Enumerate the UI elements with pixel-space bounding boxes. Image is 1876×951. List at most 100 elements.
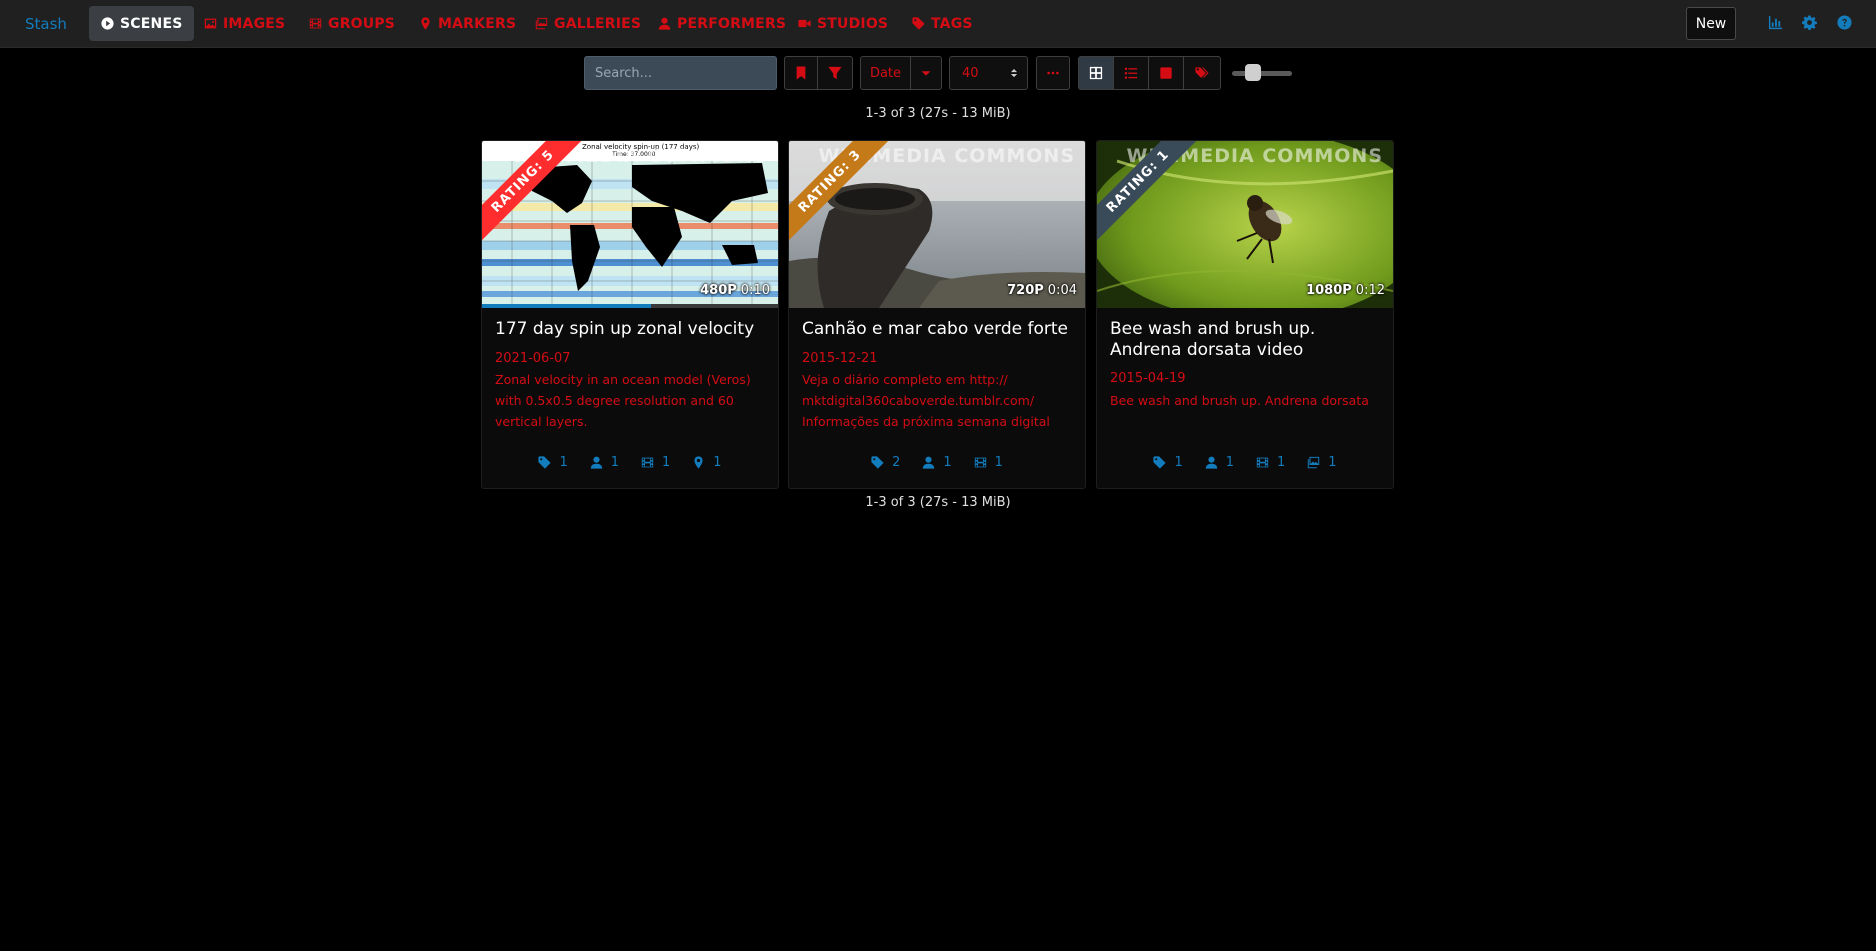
filter-button[interactable] — [817, 56, 853, 90]
display-mode-grid-button[interactable] — [1078, 56, 1114, 90]
groups-popover-button[interactable]: 1 — [1256, 455, 1285, 470]
scene-date: 2021-06-07 — [495, 351, 571, 366]
sort-arrows-icon — [1010, 68, 1018, 78]
nav-item-label: STUDIOS — [817, 15, 889, 32]
groups-popover-button[interactable]: 1 — [974, 455, 1003, 470]
scene-thumbnail[interactable]: WIKIMEDIA COMMONS RATING: 1 1080P 0:12 — [1097, 141, 1393, 308]
saved-filters-button[interactable] — [784, 56, 818, 90]
image-icon — [204, 18, 217, 29]
list-icon — [1124, 67, 1138, 79]
scene-thumbnail[interactable]: WIKIMEDIA COMMONS RATING: 3 720P 0:04 — [789, 141, 1085, 308]
scene-date: 2015-04-19 — [1110, 371, 1186, 386]
film-icon — [641, 457, 654, 468]
popover-row: 1 1 1 1 — [482, 455, 778, 470]
tags-icon — [1195, 67, 1209, 78]
resume-progress-bar — [482, 304, 778, 308]
nav-item-markers[interactable]: MARKERS — [407, 6, 528, 41]
thumbnail-meta: 720P 0:04 — [1007, 283, 1077, 298]
user-icon — [590, 456, 602, 469]
scene-title[interactable]: Canhão e mar cabo verde forte — [802, 319, 1077, 340]
performers-popover-button[interactable]: 1 — [1205, 455, 1234, 470]
user-icon — [658, 17, 671, 30]
zoom-slider-handle[interactable] — [1245, 64, 1261, 81]
scene-description: Zonal velocity in an ocean model (Veros)… — [495, 372, 751, 429]
top-navbar: Stash SCENES IMAGES GROUPS MARKERS GALLE… — [0, 0, 1876, 48]
popover-count: 1 — [1277, 455, 1286, 470]
zoom-slider-track[interactable] — [1232, 71, 1292, 76]
duration-badge: 0:04 — [1047, 283, 1077, 298]
nav-item-label: TAGS — [931, 15, 973, 32]
duration-badge: 0:12 — [1355, 283, 1385, 298]
search-input[interactable] — [584, 56, 777, 90]
popover-count: 1 — [662, 455, 671, 470]
performers-popover-button[interactable]: 1 — [590, 455, 619, 470]
filter-icon — [828, 66, 842, 80]
popover-count: 1 — [1225, 455, 1234, 470]
nav-item-groups[interactable]: GROUPS — [297, 6, 407, 41]
tags-popover-button[interactable]: 2 — [871, 455, 900, 470]
user-icon — [1205, 456, 1217, 469]
square-icon — [1160, 67, 1172, 79]
popover-count: 1 — [1174, 455, 1183, 470]
play-circle-icon — [101, 17, 114, 30]
tag-icon — [538, 456, 552, 469]
scene-title[interactable]: Bee wash and brush up. Andrena dorsata v… — [1110, 319, 1385, 361]
scene-card[interactable]: WIKIMEDIA COMMONS RATING: 1 1080P 0:12 Be… — [1096, 140, 1394, 489]
scene-title[interactable]: 177 day spin up zonal velocity — [495, 319, 770, 340]
scene-card[interactable]: WIKIMEDIA COMMONS RATING: 3 720P 0:04 Can… — [788, 140, 1086, 489]
scene-date: 2015-12-21 — [802, 351, 878, 366]
chart-icon[interactable] — [1768, 15, 1783, 30]
ellipsis-icon — [1047, 71, 1059, 75]
scene-card[interactable]: Zonal velocity spin-up (177 days) Time: … — [481, 140, 779, 489]
tags-popover-button[interactable]: 1 — [1153, 455, 1183, 470]
nav-item-images[interactable]: IMAGES — [192, 6, 297, 41]
nav-item-tags[interactable]: TAGS — [900, 6, 985, 41]
popover-count: 1 — [559, 455, 568, 470]
nav-item-performers[interactable]: PERFORMERS — [646, 6, 798, 41]
gear-icon[interactable] — [1802, 15, 1817, 30]
popover-row: 2 1 1 — [789, 455, 1085, 470]
nav-item-studios[interactable]: STUDIOS — [786, 6, 900, 41]
map-marker-icon — [694, 456, 703, 469]
nav-item-label: MARKERS — [438, 15, 517, 32]
brand-link[interactable]: Stash — [25, 15, 67, 33]
popover-count: 1 — [610, 455, 619, 470]
tag-icon — [912, 17, 925, 30]
more-options-button[interactable] — [1036, 56, 1070, 90]
scene-thumbnail[interactable]: Zonal velocity spin-up (177 days) Time: … — [482, 141, 778, 308]
images-icon — [535, 17, 548, 30]
tag-icon — [1153, 456, 1167, 469]
scene-description: Veja o diário completo em http:// mktdig… — [802, 372, 1050, 429]
caret-down-icon — [921, 71, 931, 76]
display-mode-list-button[interactable] — [1113, 56, 1149, 90]
thumbnail-meta: 1080P 0:12 — [1306, 283, 1385, 298]
nav-item-galleries[interactable]: GALLERIES — [523, 6, 653, 41]
nav-item-label: GALLERIES — [554, 15, 642, 32]
tags-popover-button[interactable]: 1 — [538, 455, 568, 470]
new-button[interactable]: New — [1686, 7, 1736, 40]
result-count-top: 1-3 of 3 (27s - 13 MiB) — [865, 106, 1011, 121]
resolution-badge: 720P — [1007, 283, 1044, 298]
popover-count: 1 — [1328, 455, 1337, 470]
display-mode-tagger-button[interactable] — [1183, 56, 1221, 90]
popover-count: 2 — [892, 455, 901, 470]
grid-icon — [1089, 66, 1103, 80]
help-icon[interactable] — [1837, 15, 1852, 30]
per-page-select[interactable]: 40 — [949, 56, 1028, 90]
result-count-bottom: 1-3 of 3 (27s - 13 MiB) — [865, 495, 1011, 510]
nav-item-scenes[interactable]: SCENES — [89, 6, 195, 41]
popover-count: 1 — [994, 455, 1003, 470]
sort-by-select[interactable]: Date — [860, 56, 911, 90]
images-icon — [1308, 456, 1320, 469]
resolution-badge: 1080P — [1306, 283, 1352, 298]
performers-popover-button[interactable]: 1 — [922, 455, 952, 470]
markers-popover-button[interactable]: 1 — [692, 455, 722, 470]
user-icon — [923, 456, 935, 469]
galleries-popover-button[interactable]: 1 — [1307, 455, 1337, 470]
groups-popover-button[interactable]: 1 — [641, 455, 670, 470]
video-camera-icon — [798, 19, 811, 28]
sort-direction-button[interactable] — [910, 56, 942, 90]
display-mode-wall-button[interactable] — [1148, 56, 1184, 90]
popover-count: 1 — [713, 455, 722, 470]
nav-item-label: PERFORMERS — [677, 15, 787, 32]
